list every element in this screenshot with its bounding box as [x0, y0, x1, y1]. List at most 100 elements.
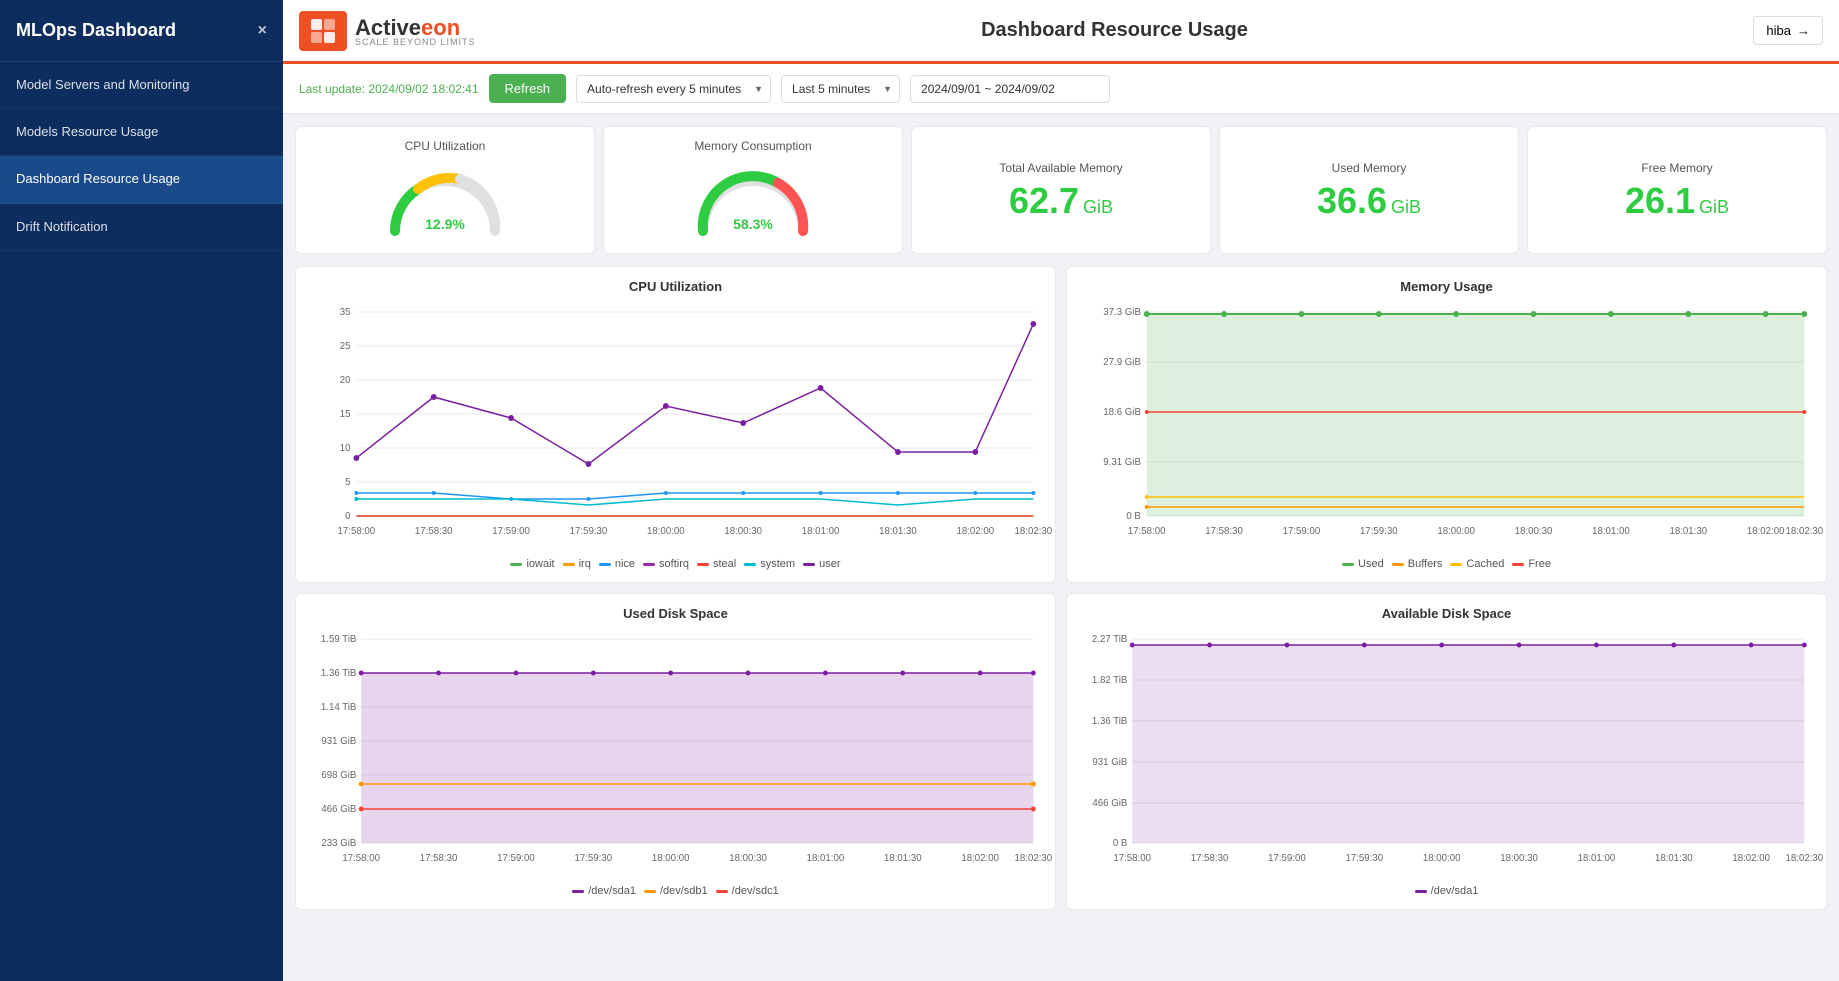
cpu-gauge: 12.9% — [380, 161, 510, 241]
svg-text:233 GiB: 233 GiB — [321, 838, 356, 849]
legend-iowait: iowait — [510, 558, 554, 570]
svg-text:18:02:30: 18:02:30 — [1015, 853, 1053, 864]
svg-text:18:02:00: 18:02:00 — [956, 526, 994, 537]
last-update-label: Last update: 2024/09/02 18:02:41 — [299, 82, 479, 96]
svg-text:18:01:00: 18:01:00 — [1592, 526, 1630, 537]
logout-icon: → — [1797, 23, 1810, 38]
username-label: hiba — [1766, 23, 1791, 38]
svg-text:0 B: 0 B — [1126, 511, 1141, 522]
sidebar-item-dashboard-resource[interactable]: Dashboard Resource Usage — [0, 156, 283, 203]
total-memory-label: Total Available Memory — [999, 161, 1122, 175]
avail-disk-chart-card: Available Disk Space 2.27 TiB 1.82 TiB 1 — [1066, 593, 1827, 910]
memory-consumption-label: Memory Consumption — [694, 139, 811, 153]
cpu-nice-line — [356, 499, 1033, 505]
content-area: CPU Utilization 12.9% Memory Consumption — [283, 114, 1839, 981]
avail-disk-area: 2.27 TiB 1.82 TiB 1.36 TiB 931 GiB 466 G… — [1079, 629, 1814, 879]
used-disk-legend: /dev/sda1 /dev/sdb1 /dev/sdc1 — [308, 885, 1043, 897]
used-disk-title: Used Disk Space — [308, 606, 1043, 621]
svg-text:18:00:30: 18:00:30 — [724, 526, 762, 537]
memory-chart-svg: 37.3 GiB 27.9 GiB 18.6 GiB 9.31 GiB 0 B … — [1079, 302, 1814, 542]
memory-legend: Used Buffers Cached Free — [1079, 558, 1814, 570]
date-range-input[interactable] — [910, 75, 1110, 103]
free-memory-value: 26.1 — [1625, 183, 1695, 219]
svg-text:9.31 GiB: 9.31 GiB — [1103, 457, 1141, 468]
refresh-button[interactable]: Refresh — [489, 74, 567, 103]
sidebar-title-text: MLOps Dashboard — [16, 20, 176, 41]
svg-text:18:01:00: 18:01:00 — [807, 853, 845, 864]
svg-text:18.6 GiB: 18.6 GiB — [1103, 407, 1141, 418]
svg-text:37.3 GiB: 37.3 GiB — [1103, 307, 1141, 318]
svg-text:17:59:00: 17:59:00 — [497, 853, 535, 864]
memory-chart-area: 37.3 GiB 27.9 GiB 18.6 GiB 9.31 GiB 0 B … — [1079, 302, 1814, 552]
legend-mem-used: Used — [1342, 558, 1384, 570]
svg-text:18:01:30: 18:01:30 — [1655, 853, 1693, 864]
toolbar: Last update: 2024/09/02 18:02:41 Refresh… — [283, 64, 1839, 114]
memory-chart-card: Memory Usage 37.3 GiB 27.9 GiB 18.6 GiB … — [1066, 266, 1827, 583]
free-memory-card: Free Memory 26.1 GiB — [1527, 126, 1827, 254]
cpu-chart-card: CPU Utilization 0 5 10 — [295, 266, 1056, 583]
svg-text:18:01:30: 18:01:30 — [879, 526, 917, 537]
svg-text:931 GiB: 931 GiB — [321, 736, 356, 747]
svg-text:17:59:00: 17:59:00 — [1268, 853, 1306, 864]
svg-text:18:00:00: 18:00:00 — [1437, 526, 1475, 537]
legend-disk-red: /dev/sdc1 — [716, 885, 779, 897]
svg-text:931 GiB: 931 GiB — [1092, 757, 1127, 768]
svg-text:18:01:30: 18:01:30 — [884, 853, 922, 864]
cpu-utilization-card: CPU Utilization 12.9% — [295, 126, 595, 254]
svg-text:18:00:30: 18:00:30 — [1500, 853, 1538, 864]
svg-text:1.14 TiB: 1.14 TiB — [321, 702, 357, 713]
sidebar-item-drift-notification[interactable]: Drift Notification — [0, 204, 283, 251]
legend-mem-buffers: Buffers — [1392, 558, 1443, 570]
sidebar-nav: Model Servers and Monitoring Models Reso… — [0, 62, 283, 981]
time-range-dropdown-wrapper: Last 5 minutes — [781, 75, 900, 103]
cpu-chart-svg: 0 5 10 15 20 25 35 17:58:00 17:58:30 17:… — [308, 302, 1043, 542]
stats-row: CPU Utilization 12.9% Memory Consumption — [295, 126, 1827, 254]
legend-mem-free: Free — [1512, 558, 1551, 570]
page-title: Dashboard Resource Usage — [476, 19, 1754, 42]
legend-disk-purple: /dev/sda1 — [572, 885, 636, 897]
svg-text:17:58:00: 17:58:00 — [338, 526, 376, 537]
cpu-chart-title: CPU Utilization — [308, 279, 1043, 294]
svg-text:18:00:30: 18:00:30 — [1515, 526, 1553, 537]
logo-area: Activeeon SCALE BEYOND LIMITS — [299, 11, 476, 51]
total-memory-unit: GiB — [1083, 197, 1113, 218]
time-range-dropdown[interactable]: Last 5 minutes — [781, 75, 900, 103]
svg-text:18:02:30: 18:02:30 — [1786, 853, 1824, 864]
header: Activeeon SCALE BEYOND LIMITS Dashboard … — [283, 0, 1839, 64]
cpu-user-line — [356, 324, 1033, 464]
svg-text:17:59:30: 17:59:30 — [574, 853, 612, 864]
legend-steal: steal — [697, 558, 736, 570]
logo-text: Activeeon SCALE BEYOND LIMITS — [355, 15, 476, 47]
svg-text:17:59:00: 17:59:00 — [1283, 526, 1321, 537]
free-memory-unit: GiB — [1699, 197, 1729, 218]
memory-chart-title: Memory Usage — [1079, 279, 1814, 294]
svg-text:1.36 TiB: 1.36 TiB — [321, 668, 357, 679]
user-menu-button[interactable]: hiba → — [1753, 16, 1823, 45]
svg-text:20: 20 — [340, 375, 351, 386]
sidebar-close-icon[interactable]: × — [258, 22, 267, 40]
avail-disk-svg: 2.27 TiB 1.82 TiB 1.36 TiB 931 GiB 466 G… — [1079, 629, 1814, 869]
used-disk-chart-card: Used Disk Space 1.59 TiB 1.36 TiB — [295, 593, 1056, 910]
used-disk-svg: 1.59 TiB 1.36 TiB 1.14 TiB 931 GiB 698 G… — [308, 629, 1043, 869]
legend-irq: irq — [563, 558, 591, 570]
svg-text:17:58:00: 17:58:00 — [342, 853, 380, 864]
legend-user: user — [803, 558, 840, 570]
svg-text:18:02:00: 18:02:00 — [1747, 526, 1785, 537]
sidebar-item-models-resource[interactable]: Models Resource Usage — [0, 109, 283, 156]
cpu-chart-area: 0 5 10 15 20 25 35 17:58:00 17:58:30 17:… — [308, 302, 1043, 552]
sidebar-item-model-servers[interactable]: Model Servers and Monitoring — [0, 62, 283, 109]
cpu-system-line — [356, 493, 1033, 499]
auto-refresh-dropdown[interactable]: Auto-refresh every 5 minutes — [576, 75, 771, 103]
svg-text:17:58:30: 17:58:30 — [1205, 526, 1243, 537]
svg-text:18:01:00: 18:01:00 — [1578, 853, 1616, 864]
svg-text:17:59:30: 17:59:30 — [1360, 526, 1398, 537]
main-content: Activeeon SCALE BEYOND LIMITS Dashboard … — [283, 0, 1839, 981]
used-memory-unit: GiB — [1391, 197, 1421, 218]
svg-text:17:59:30: 17:59:30 — [1345, 853, 1383, 864]
svg-text:18:02:00: 18:02:00 — [1732, 853, 1770, 864]
used-memory-label: Used Memory — [1332, 161, 1407, 175]
svg-text:15: 15 — [340, 409, 351, 420]
legend-disk-orange: /dev/sdb1 — [644, 885, 708, 897]
free-memory-label: Free Memory — [1641, 161, 1712, 175]
svg-text:18:02:30: 18:02:30 — [1786, 526, 1824, 537]
